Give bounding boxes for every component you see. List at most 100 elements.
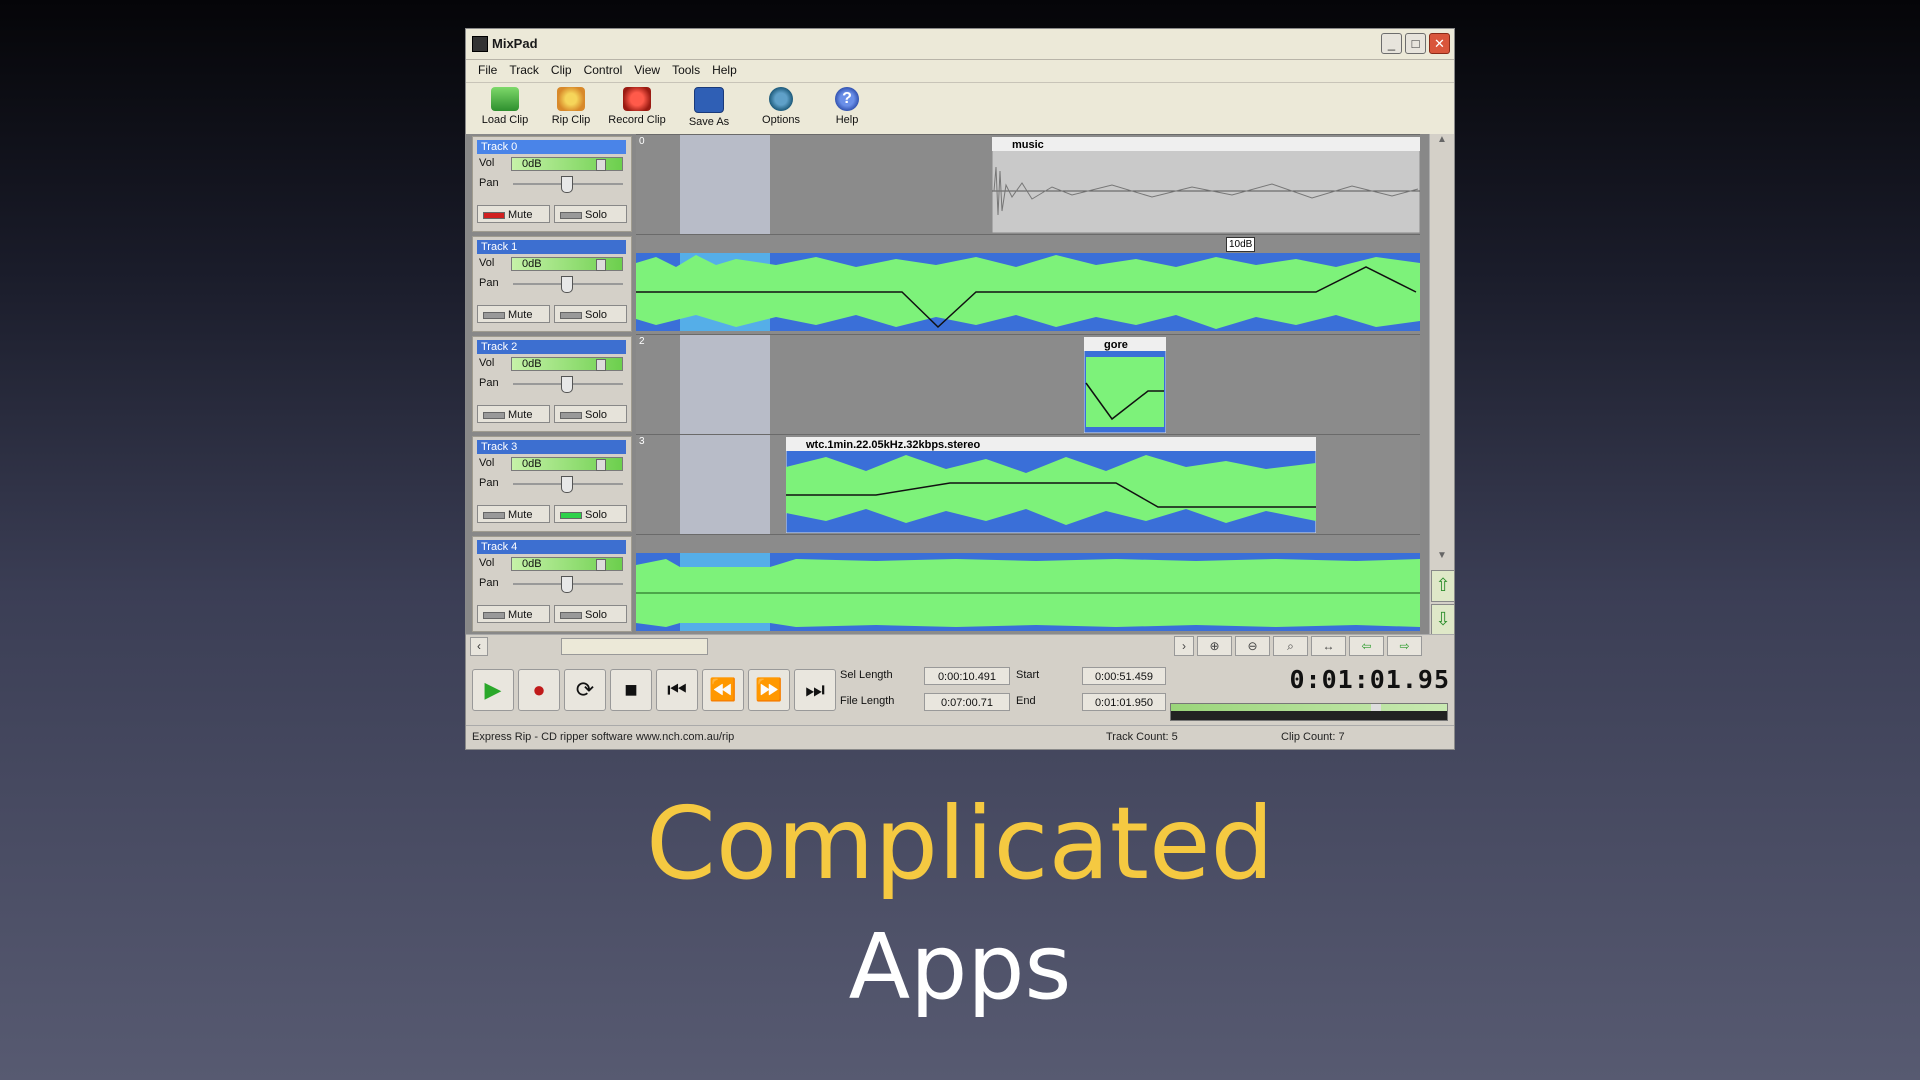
zoom-full-icon[interactable]: ↔ [1311,636,1346,656]
skip-end-button[interactable]: ⏭ [794,669,836,711]
transport-bar: ▶ ● ⟳ ■ ⏮ ⏪ ⏩ ⏭ Sel Length 0:00:10.491 S… [466,657,1454,725]
mute-button[interactable]: Mute [477,205,550,223]
track-name[interactable]: Track 4 [477,540,626,554]
close-button[interactable]: ✕ [1429,33,1450,54]
volume-slider[interactable]: 0dB [511,457,623,471]
solo-button[interactable]: Solo [554,205,627,223]
save-as-button[interactable]: Save As [676,83,742,128]
volume-slider[interactable]: 0dB [511,157,623,171]
pan-slider[interactable] [561,576,573,593]
rip-clip-icon [557,87,585,111]
menu-track[interactable]: Track [503,60,545,82]
volume-slider[interactable]: 0dB [511,357,623,371]
menu-file[interactable]: File [472,60,503,82]
track-name[interactable]: Track 2 [477,340,626,354]
clip-music[interactable]: music [992,137,1420,233]
gain-tooltip: 10dB [1226,237,1256,252]
track-0: Track 0 Vol 0dB Pan Mute Solo 0 music [466,134,1454,234]
move-track-down-icon[interactable]: ⇩ [1431,604,1454,636]
mute-button[interactable]: Mute [477,305,550,323]
stop-button[interactable]: ■ [610,669,652,711]
clip-gore[interactable]: gore [1084,337,1166,433]
track-3: Track 3 Vol 0dB Pan Mute Solo 3 wtc.1min… [466,434,1454,534]
track-lane[interactable] [636,534,1420,634]
volume-slider[interactable]: 0dB [511,557,623,571]
pan-slider[interactable] [561,476,573,493]
status-text: Express Rip - CD ripper software www.nch… [472,731,735,743]
track-lane[interactable]: 3 wtc.1min.22.05kHz.32kbps.stereo [636,434,1420,534]
start-value[interactable]: 0:00:51.459 [1082,667,1166,685]
track-lane[interactable]: 0 music [636,134,1420,234]
fast-forward-button[interactable]: ⏩ [748,669,790,711]
track-lane[interactable]: 2 gore [636,334,1420,434]
move-track-up-icon[interactable]: ⇧ [1431,570,1454,602]
solo-button[interactable]: Solo [554,405,627,423]
menu-tools[interactable]: Tools [666,60,706,82]
record-clip-button[interactable]: Record Clip [604,83,670,126]
track-name[interactable]: Track 1 [477,240,626,254]
zoom-in-icon[interactable]: ⊕ [1197,636,1232,656]
menu-clip[interactable]: Clip [545,60,578,82]
options-button[interactable]: Options [748,83,814,126]
sel-length-value[interactable]: 0:00:10.491 [924,667,1010,685]
clip-waveform-1[interactable] [636,253,1420,331]
help-icon: ? [835,87,859,111]
selection-region[interactable] [680,435,770,534]
load-clip-button[interactable]: Load Clip [472,83,538,126]
caption-subtitle: Apps [848,915,1072,1020]
clip-wtc[interactable]: wtc.1min.22.05kHz.32kbps.stereo [786,437,1316,533]
mute-button[interactable]: Mute [477,605,550,623]
track-name[interactable]: Track 0 [477,140,626,154]
help-button[interactable]: ? Help [814,83,880,126]
mute-button[interactable]: Mute [477,505,550,523]
record-button[interactable]: ● [518,669,560,711]
selection-region[interactable] [680,335,770,434]
vertical-scrollbar[interactable]: ▲ ▼ ⇧ ⇩ [1429,134,1454,636]
vol-label: Vol [479,157,495,169]
scroll-down-icon[interactable]: ▼ [1430,550,1454,568]
volume-slider[interactable]: 0dB [511,257,623,271]
scroll-up-icon[interactable]: ▲ [1430,134,1454,152]
end-label: End [1016,695,1036,707]
rewind-button[interactable]: ⏪ [702,669,744,711]
record-clip-icon [623,87,651,111]
title-bar: MixPad _ □ ✕ [466,29,1454,60]
play-button[interactable]: ▶ [472,669,514,711]
menu-bar: File Track Clip Control View Tools Help [466,60,1454,83]
scroll-left-icon[interactable]: ‹ [470,637,488,656]
clip-waveform-4[interactable] [636,553,1420,631]
scroll-right-icon[interactable]: › [1174,636,1194,656]
solo-button[interactable]: Solo [554,305,627,323]
scroll-thumb[interactable] [561,638,708,655]
gear-icon [769,87,793,111]
pan-slider[interactable] [561,276,573,293]
end-value[interactable]: 0:01:01.950 [1082,693,1166,711]
menu-control[interactable]: Control [578,60,629,82]
pan-slider[interactable] [561,176,573,193]
window-title: MixPad [492,36,538,51]
track-controls: Track 0 Vol 0dB Pan Mute Solo [472,136,632,232]
minimize-button[interactable]: _ [1381,33,1402,54]
rip-clip-button[interactable]: Rip Clip [538,83,604,126]
horizontal-scrollbar[interactable]: ‹ › ⊕ ⊖ ⌕ ↔ ⇦ ⇨ [466,634,1454,657]
pan-slider[interactable] [561,376,573,393]
zoom-out-icon[interactable]: ⊖ [1235,636,1270,656]
go-start-icon[interactable]: ⇦ [1349,636,1384,656]
skip-start-button[interactable]: ⏮ [656,669,698,711]
track-name[interactable]: Track 3 [477,440,626,454]
go-end-icon[interactable]: ⇨ [1387,636,1422,656]
loop-button[interactable]: ⟳ [564,669,606,711]
solo-button[interactable]: Solo [554,505,627,523]
position-meter[interactable] [1170,703,1448,721]
zoom-selection-icon[interactable]: ⌕ [1273,636,1308,656]
menu-help[interactable]: Help [706,60,743,82]
svg-text:wtc.1min.22.05kHz.32kbps.stere: wtc.1min.22.05kHz.32kbps.stereo [805,439,981,451]
file-length-value: 0:07:00.71 [924,693,1010,711]
maximize-button[interactable]: □ [1405,33,1426,54]
track-controls: Track 4 Vol 0dB Pan Mute Solo [472,536,632,632]
selection-region[interactable] [680,135,770,234]
mute-button[interactable]: Mute [477,405,550,423]
track-lane[interactable]: 10dB [636,234,1420,334]
solo-button[interactable]: Solo [554,605,627,623]
menu-view[interactable]: View [628,60,666,82]
